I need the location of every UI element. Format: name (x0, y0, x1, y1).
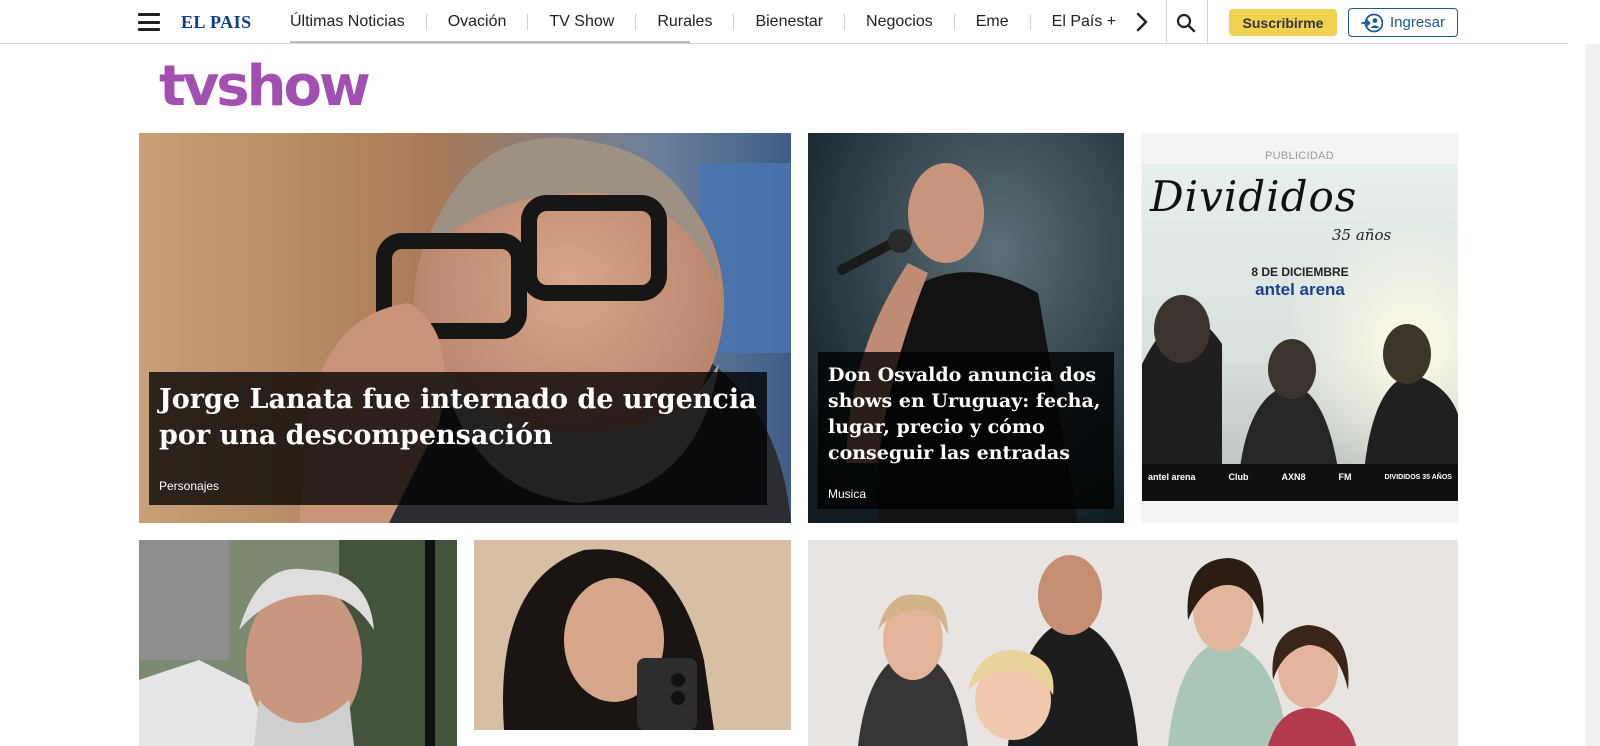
login-button[interactable]: Ingresar (1348, 8, 1458, 37)
nav-item-ultimas-noticias[interactable]: Últimas Noticias (290, 14, 426, 30)
ad-sponsor: DIVIDIDOS 35 AÑOS (1384, 473, 1452, 481)
ad-sponsor: antel arena (1148, 472, 1196, 482)
ad-sponsor-strip: antel arena Club AXN8 FM DIVIDIDOS 35 AÑ… (1148, 472, 1452, 482)
page-scrollbar[interactable] (1585, 44, 1600, 746)
nav-item-tv-show[interactable]: TV Show (527, 14, 635, 30)
article-card-thumb-2[interactable] (474, 540, 791, 730)
ad-brand-script: Divididos (1150, 172, 1358, 221)
divididos-concert-ad[interactable]: Divididos 35 años 8 DE DICIEMBRE antel a… (1142, 164, 1458, 501)
nav-item-rurales[interactable]: Rurales (635, 14, 733, 30)
article-photo-woman-selfie (474, 540, 791, 730)
ad-sponsor: FM (1338, 472, 1352, 482)
nav-divider (1166, 0, 1167, 44)
nav-item-eme[interactable]: Eme (953, 14, 1030, 30)
article-photo-older-man (139, 540, 457, 746)
headline-overlay: Don Osvaldo anuncia dos shows en Uruguay… (818, 352, 1114, 509)
el-pais-logo[interactable]: EL PAIS (181, 12, 252, 33)
article-headline[interactable]: Don Osvaldo anuncia dos shows en Uruguay… (828, 362, 1108, 466)
nav-item-bienestar[interactable]: Bienestar (733, 14, 844, 30)
ad-label: PUBLICIDAD (1264, 150, 1335, 162)
nav-item-negocios[interactable]: Negocios (844, 14, 954, 30)
nav-divider (1207, 0, 1208, 44)
hamburger-menu-icon[interactable] (138, 13, 160, 31)
nav-item-ovacion[interactable]: Ovación (425, 14, 528, 30)
article-category-tag[interactable]: Musica (828, 487, 866, 501)
article-card-don-osvaldo[interactable]: Don Osvaldo anuncia dos shows en Uruguay… (808, 133, 1124, 523)
lead-article-card[interactable]: Jorge Lanata fue internado de urgencia p… (139, 133, 791, 523)
ad-years: 35 años (1332, 226, 1392, 244)
search-icon[interactable] (1175, 12, 1197, 34)
nav-item-el-pais-plus[interactable]: El País + (1029, 14, 1137, 30)
article-headline[interactable]: Jorge Lanata fue internado de urgencia p… (159, 382, 759, 454)
headline-overlay: Jorge Lanata fue internado de urgencia p… (149, 372, 767, 505)
nav-scroll-indicator (290, 41, 690, 43)
article-card-wide[interactable] (808, 540, 1458, 746)
section-nav: Últimas Noticias Ovación TV Show Rurales… (290, 0, 1137, 44)
login-user-icon (1361, 13, 1383, 32)
ad-sponsor: AXN8 (1281, 472, 1306, 482)
ad-venue: antel arena (1255, 280, 1345, 299)
article-photo-cast-group (808, 540, 1458, 746)
advertisement-panel: PUBLICIDAD Divididos 35 años 8 DE DICIEM (1141, 133, 1458, 523)
subscribe-button[interactable]: Suscribirme (1229, 9, 1337, 36)
article-category-tag[interactable]: Personajes (159, 479, 219, 493)
login-label: Ingresar (1389, 14, 1446, 31)
ad-date: 8 DE DICIEMBRE (1251, 265, 1349, 279)
top-navigation-bar: EL PAIS Últimas Noticias Ovación TV Show… (0, 0, 1568, 44)
chevron-right-icon[interactable] (1133, 11, 1151, 33)
tvshow-section-logo[interactable]: tvshow (159, 52, 371, 122)
article-card-thumb-1[interactable] (139, 540, 457, 746)
ad-sponsor: Club (1228, 472, 1249, 482)
